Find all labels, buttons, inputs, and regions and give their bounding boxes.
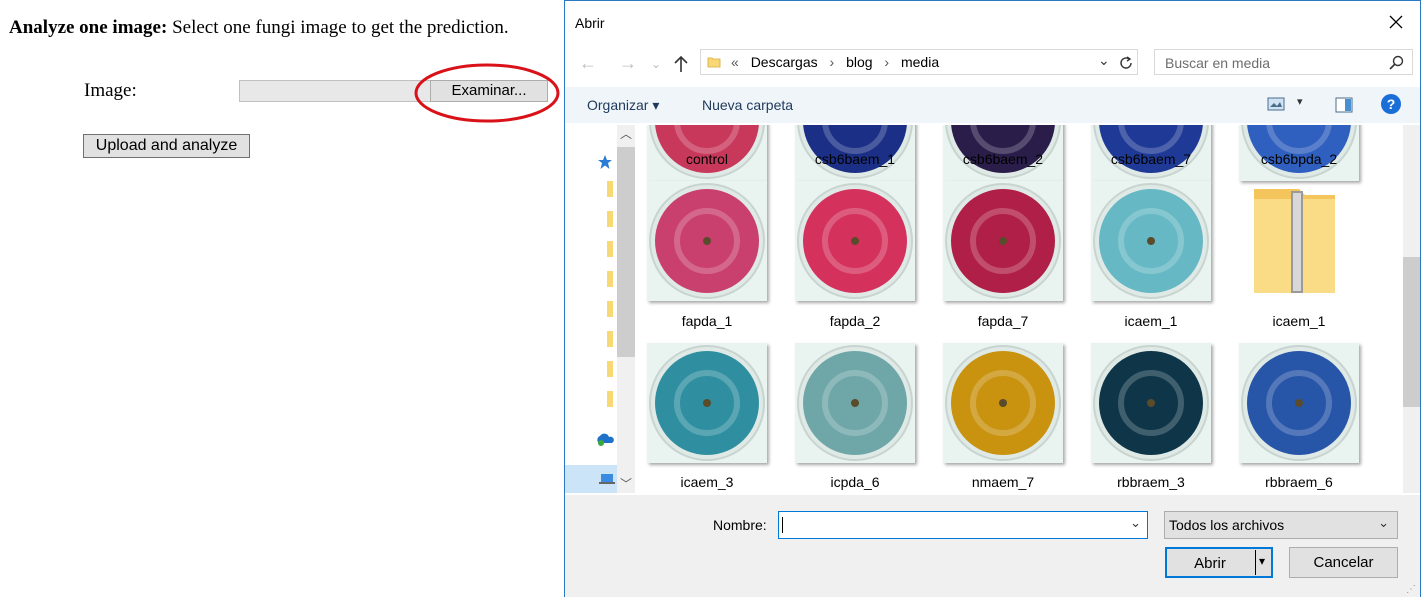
- upload-analyze-button[interactable]: Upload and analyze: [83, 134, 250, 158]
- svg-text:?: ?: [1387, 96, 1396, 112]
- folder-icon[interactable]: [607, 211, 613, 227]
- computer-icon: [599, 474, 615, 484]
- up-arrow-icon[interactable]: [673, 55, 689, 73]
- nav-scroll-up-icon[interactable]: ︿: [620, 125, 632, 142]
- split-divider: [1255, 550, 1256, 575]
- file-name-label: rbbraem_3: [1117, 474, 1185, 490]
- folder-icon[interactable]: [607, 241, 613, 257]
- back-arrow-icon[interactable]: ←: [579, 53, 597, 74]
- forward-arrow-icon[interactable]: →: [619, 53, 637, 74]
- recent-chevron-icon[interactable]: ⌄: [651, 57, 661, 71]
- navigation-pane[interactable]: ︿ ﹀: [565, 125, 635, 493]
- chevron-down-icon[interactable]: ⌄: [1378, 515, 1389, 531]
- file-tile[interactable]: nmaem_7: [933, 125, 1073, 493]
- address-bar[interactable]: « Descargas › blog › media ⌄: [700, 49, 1138, 75]
- command-toolbar: Organizar ▾ Nueva carpeta ▾ ?: [565, 87, 1420, 123]
- onedrive-icon[interactable]: [595, 431, 615, 447]
- breadcrumb-prefix: «: [731, 54, 739, 70]
- file-name-label: nmaem_7: [971, 474, 1035, 490]
- folder-icon[interactable]: [607, 271, 613, 287]
- breadcrumb-descargas[interactable]: Descargas: [751, 54, 818, 70]
- search-box[interactable]: Buscar en media: [1154, 49, 1413, 75]
- web-page: Analyze one image: Select one fungi imag…: [0, 0, 560, 599]
- folder-icon[interactable]: [607, 361, 613, 377]
- content-area: ︿ ﹀ control csb6baem_1 csb6baem_2 csb6baem_…: [565, 125, 1420, 493]
- preview-pane-icon[interactable]: [1335, 97, 1353, 113]
- open-file-dialog: Abrir ← → ⌄ « Descargas › blog › media ⌄: [564, 0, 1421, 597]
- file-tile[interactable]: rbbraem_3: [1081, 125, 1221, 493]
- dialog-title: Abrir: [575, 15, 605, 31]
- image-thumbnail[interactable]: [1239, 343, 1359, 463]
- breadcrumb: « Descargas › blog › media: [731, 54, 947, 70]
- folder-icon[interactable]: [607, 181, 613, 197]
- chevron-right-icon[interactable]: ›: [884, 54, 889, 70]
- open-dropdown-icon[interactable]: ▾: [1259, 554, 1265, 568]
- file-tile[interactable]: icpda_6: [785, 125, 925, 493]
- breadcrumb-blog[interactable]: blog: [846, 54, 872, 70]
- file-path-field[interactable]: [239, 80, 431, 102]
- folder-icon[interactable]: [607, 331, 613, 347]
- file-tile[interactable]: icaem_3: [637, 125, 777, 493]
- file-name-label: rbbraem_6: [1265, 474, 1333, 490]
- page-heading: Analyze one image: Select one fungi imag…: [9, 17, 509, 39]
- nav-item-this-pc[interactable]: [565, 465, 617, 493]
- breadcrumb-media[interactable]: media: [901, 54, 939, 70]
- filetype-value: Todos los archivos: [1169, 517, 1285, 533]
- quick-access-star-icon[interactable]: [597, 154, 613, 170]
- title-bar: Abrir: [565, 1, 1420, 45]
- heading-bold: Analyze one image:: [9, 17, 168, 38]
- new-folder-button[interactable]: Nueva carpeta: [702, 97, 793, 113]
- main-scroll-thumb[interactable]: [1403, 257, 1420, 407]
- folder-icon[interactable]: [607, 391, 613, 407]
- folder-icon[interactable]: [607, 301, 613, 317]
- image-thumbnail[interactable]: [943, 343, 1063, 463]
- search-icon[interactable]: [1389, 55, 1404, 70]
- filename-label: Nombre:: [713, 517, 767, 533]
- highlight-ellipse: [414, 63, 560, 123]
- file-grid: control csb6baem_1 csb6baem_2 csb6baem_7 csb…: [637, 125, 1401, 493]
- address-dropdown-icon[interactable]: ⌄: [1098, 52, 1110, 69]
- nav-scroll-thumb[interactable]: [617, 147, 635, 357]
- dialog-footer: Nombre: ⌄ Todos los archivos ⌄ Abrir ▾ C…: [565, 495, 1420, 597]
- nav-scroll-down-icon[interactable]: ﹀: [620, 475, 632, 492]
- resize-grip-icon[interactable]: ⋰: [1406, 584, 1416, 595]
- image-label: Image:: [84, 80, 137, 101]
- filename-dropdown-icon[interactable]: ⌄: [1130, 515, 1141, 531]
- text-caret: [782, 517, 783, 533]
- file-name-label: icaem_3: [680, 474, 734, 490]
- filename-input[interactable]: ⌄: [778, 511, 1148, 539]
- refresh-icon[interactable]: [1118, 55, 1134, 71]
- file-name-label: icpda_6: [830, 474, 880, 490]
- image-thumbnail[interactable]: [647, 343, 767, 463]
- image-thumbnail[interactable]: [1091, 343, 1211, 463]
- open-button[interactable]: Abrir ▾: [1165, 547, 1273, 578]
- organize-menu[interactable]: Organizar ▾: [587, 97, 659, 114]
- chevron-right-icon[interactable]: ›: [830, 54, 835, 70]
- close-icon[interactable]: [1386, 12, 1406, 32]
- search-input[interactable]: Buscar en media: [1165, 55, 1270, 71]
- view-thumbnail-icon[interactable]: [1267, 97, 1285, 111]
- heading-text: Select one fungi image to get the predic…: [167, 17, 509, 38]
- filetype-select[interactable]: Todos los archivos ⌄: [1164, 511, 1398, 539]
- file-tile[interactable]: rbbraem_6: [1229, 125, 1369, 493]
- folder-icon: [707, 57, 721, 68]
- open-button-label: Abrir: [1194, 555, 1226, 572]
- cancel-button[interactable]: Cancelar: [1289, 547, 1398, 578]
- view-dropdown-icon[interactable]: ▾: [1297, 95, 1303, 108]
- image-thumbnail[interactable]: [795, 343, 915, 463]
- navigation-bar: ← → ⌄ « Descargas › blog › media ⌄ Busca…: [565, 45, 1420, 81]
- help-icon[interactable]: ?: [1380, 93, 1402, 115]
